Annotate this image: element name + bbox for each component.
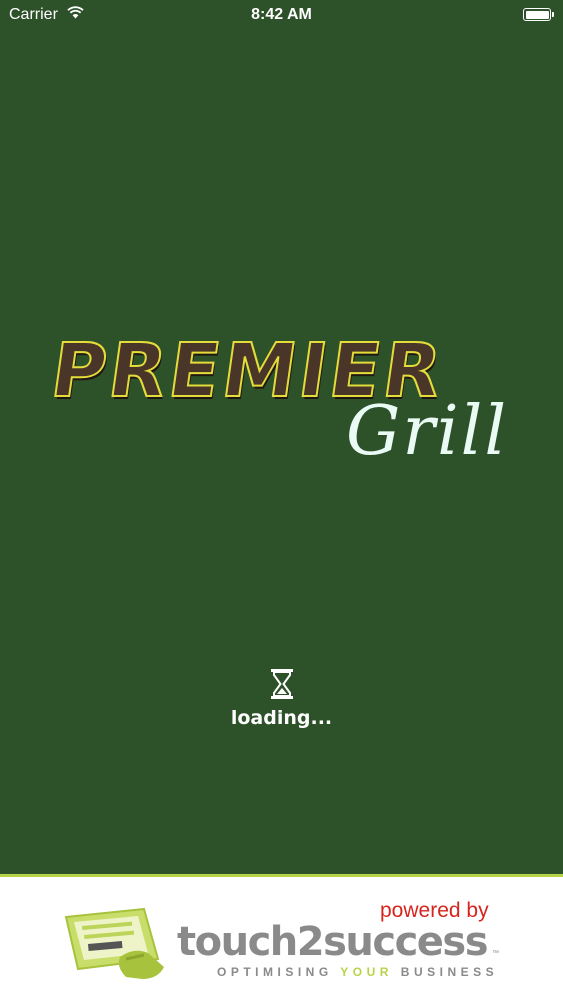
battery-icon: [523, 8, 554, 21]
tablet-icon: [60, 907, 170, 983]
tagline: OPTIMISING YOUR BUSINESS: [217, 965, 499, 979]
touch2success-logo: touch2success: [177, 919, 489, 965]
logo-grill-text: Grill: [346, 392, 509, 471]
trademark-mark: ™: [492, 950, 499, 957]
powered-by-footer: powered by touch2success ™ OPTIMISING YO…: [0, 874, 563, 1000]
premier-grill-logo: PREMIER Grill: [40, 322, 530, 492]
loading-label: loading...: [230, 707, 333, 729]
loading-indicator: loading...: [0, 668, 563, 729]
status-bar: Carrier 8:42 AM: [0, 0, 563, 30]
tagline-accent: YOUR: [340, 965, 393, 979]
hourglass-icon: [269, 668, 295, 700]
clock: 8:42 AM: [251, 6, 312, 23]
